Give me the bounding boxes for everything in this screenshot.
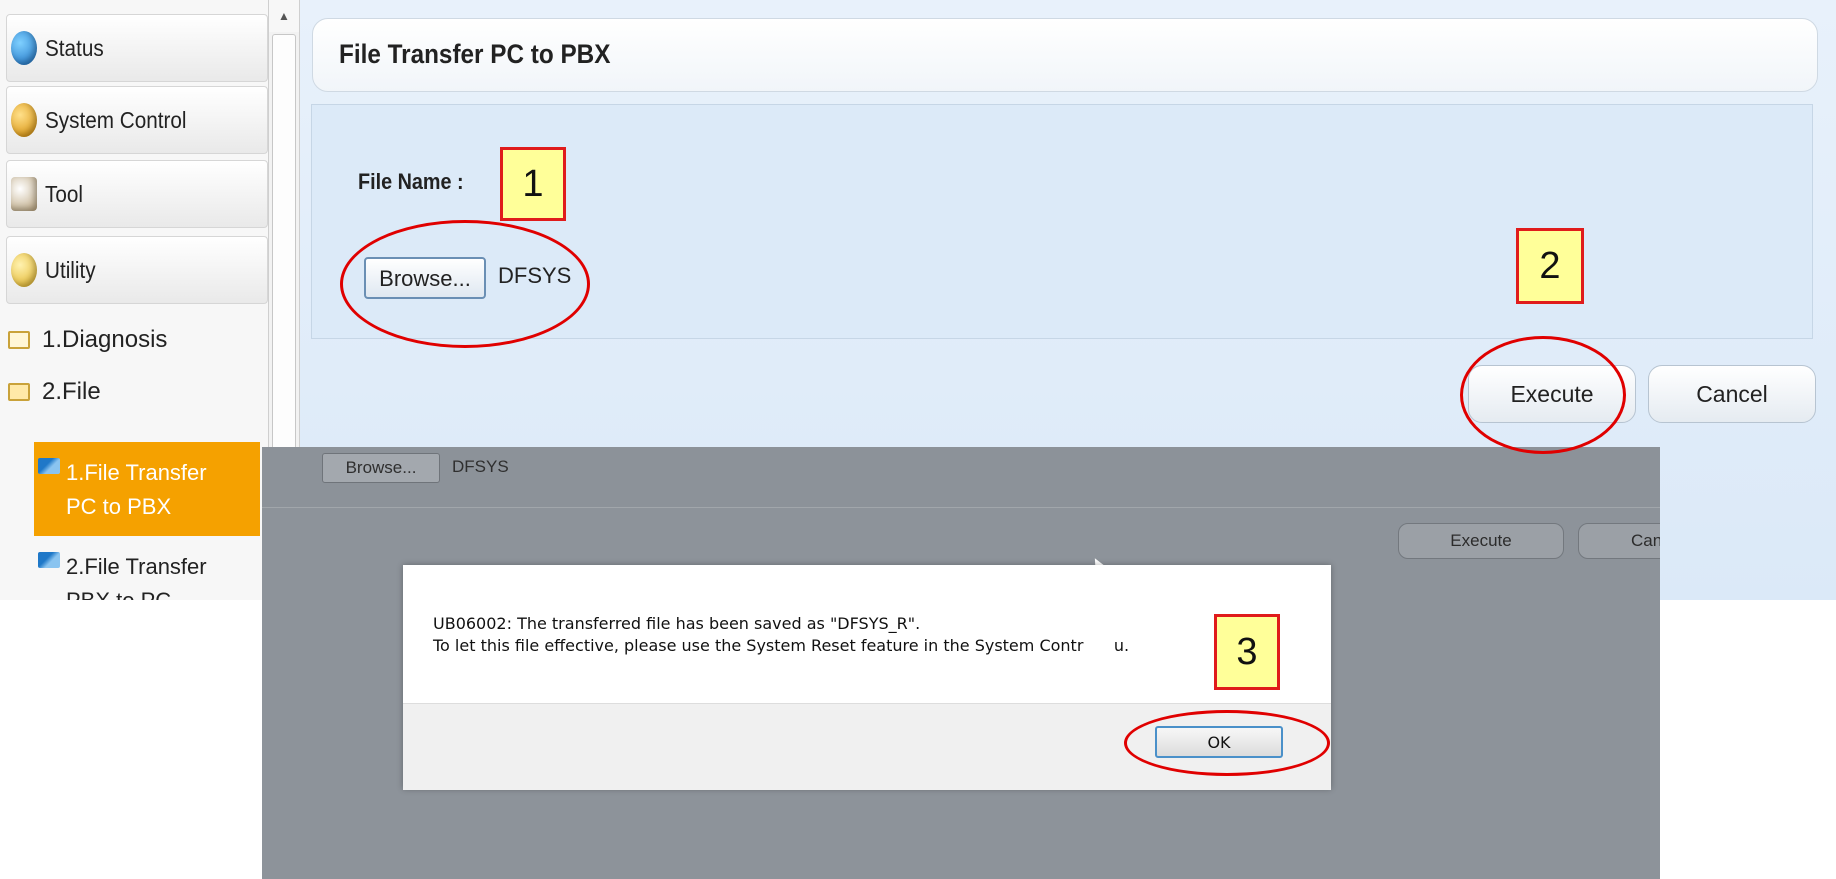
folder-open-icon <box>8 383 30 401</box>
nav-tool-label: Tool <box>45 180 83 207</box>
step-2-callout: 2 <box>1516 228 1584 304</box>
dimmed-form-strip: Browse... DFSYS <box>262 447 1660 508</box>
file-transfer-icon <box>38 458 60 474</box>
execute-button[interactable]: Execute <box>1468 365 1636 423</box>
step-3-callout: 3 <box>1214 614 1280 690</box>
tool-icon <box>11 177 37 211</box>
tree-item-file[interactable]: 2.File <box>8 378 101 406</box>
message-dialog: UB06002: The transferred file has been s… <box>403 565 1331 790</box>
nav-tool[interactable]: Tool <box>6 160 268 228</box>
nav-utility-label: Utility <box>45 256 96 283</box>
browse-button[interactable]: Browse... <box>364 257 486 299</box>
tree-item-diagnosis-label: 1.Diagnosis <box>42 326 168 353</box>
nav-system-control[interactable]: System Control <box>6 86 268 154</box>
nav-status-label: Status <box>45 34 104 61</box>
dialog-footer: OK <box>403 703 1331 790</box>
file-transfer-icon <box>38 552 60 568</box>
nav-system-control-label: System Control <box>45 106 187 133</box>
folder-icon <box>8 331 30 349</box>
utility-icon <box>11 253 37 287</box>
status-icon <box>11 31 37 65</box>
dimmed-cancel-button: Can <box>1578 523 1660 559</box>
ok-button[interactable]: OK <box>1155 726 1283 758</box>
subitem-file-transfer-pbx-to-pc[interactable]: 2.File Transfer PBX to PC <box>34 536 260 600</box>
nav-status[interactable]: Status <box>6 14 268 82</box>
subitem-line2: PC to PBX <box>66 494 172 519</box>
page-title: File Transfer PC to PBX <box>339 39 611 69</box>
dimmed-browse-button: Browse... <box>322 453 440 483</box>
subitem-file-transfer-pc-to-pbx[interactable]: 1.File Transfer PC to PBX <box>34 442 260 536</box>
sidebar: Status System Control Tool Utility 1.Dia… <box>0 0 270 600</box>
step-1-callout: 1 <box>500 147 566 221</box>
dimmed-file-name: DFSYS <box>452 457 509 476</box>
tree-item-diagnosis[interactable]: 1.Diagnosis <box>8 326 167 354</box>
file-name-label: File Name : <box>358 169 464 194</box>
dialog-message: UB06002: The transferred file has been s… <box>433 614 1130 655</box>
cancel-button[interactable]: Cancel <box>1648 365 1816 423</box>
modal-backdrop: Browse... DFSYS Execute Can UB06002: The… <box>262 447 1660 879</box>
dimmed-execute-button: Execute <box>1398 523 1564 559</box>
subitem-line2: PBX to PC <box>66 584 260 600</box>
nav-utility[interactable]: Utility <box>6 236 268 304</box>
subitem-line1: 1.File Transfer <box>66 460 207 485</box>
tree-item-file-label: 2.File <box>42 378 101 405</box>
page-header: File Transfer PC to PBX <box>312 18 1818 92</box>
selected-file-name: DFSYS <box>498 263 572 288</box>
system-control-icon <box>11 103 37 137</box>
subitem-line1: 2.File Transfer <box>66 554 207 579</box>
scroll-up-icon[interactable]: ▲ <box>269 0 299 32</box>
file-form-panel: File Name : Browse... DFSYS <box>311 104 1813 339</box>
